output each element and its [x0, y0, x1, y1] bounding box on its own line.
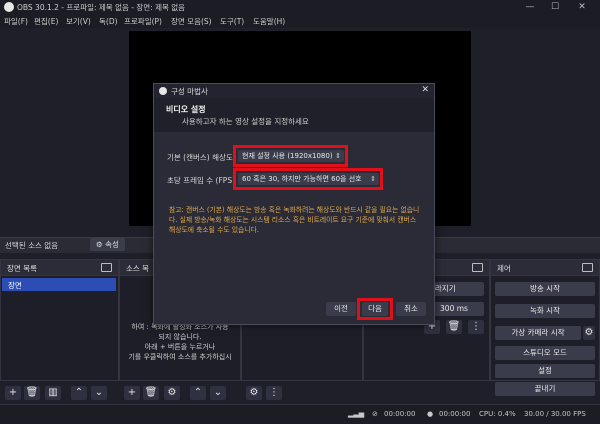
- next-button[interactable]: 다음: [362, 302, 388, 316]
- settings-button[interactable]: 설정: [495, 364, 595, 378]
- minimize-button[interactable]: —: [520, 0, 540, 14]
- undock-icon[interactable]: [101, 263, 112, 272]
- remove-source-icon[interactable]: 🗑: [143, 386, 159, 400]
- virtual-camera-settings-icon[interactable]: ⚙: [583, 326, 595, 340]
- menu-file[interactable]: 파일(F): [4, 16, 28, 27]
- exit-button[interactable]: 끝내기: [495, 382, 595, 396]
- dialog-close-icon[interactable]: ✕: [421, 85, 429, 95]
- mixer-settings-icon[interactable]: ⚙: [246, 386, 262, 400]
- move-up-icon[interactable]: ⌃: [71, 386, 87, 400]
- properties-button[interactable]: ⚙ 속성: [90, 238, 125, 251]
- stream-status-icon: ⊘: [372, 410, 378, 418]
- hint-line-3: 아래 + 버튼을 누르거나: [144, 343, 216, 351]
- filter-icon[interactable]: ▥: [45, 386, 61, 400]
- duration-value: 300 ms: [440, 304, 468, 313]
- fps-readout: 30.00 / 30.00 FPS: [524, 410, 586, 418]
- scene-list-item[interactable]: 장면: [2, 278, 116, 291]
- scenes-dock-header: 장면 목록: [1, 260, 118, 276]
- add-source-icon[interactable]: +: [124, 386, 140, 400]
- start-streaming-button[interactable]: 방송 시작: [495, 282, 595, 296]
- record-time: 00:00:00: [439, 410, 471, 418]
- cpu-usage: CPU: 0.4%: [479, 410, 516, 418]
- cancel-button[interactable]: 취소: [396, 302, 426, 316]
- base-resolution-label: 기본 (캔버스) 해상도: [167, 153, 233, 162]
- scenes-dock-title: 장면 목록: [7, 264, 37, 273]
- controls-dock: 제어 방송 시작 녹화 시작 가상 카메라 시작 ⚙ 스튜디오 모드 설정 끝내…: [490, 259, 600, 396]
- dialog-header-title: 비디오 설정: [166, 105, 206, 114]
- transition-menu-icon[interactable]: ⋮: [468, 320, 484, 334]
- fps-label: 초당 프레임 수 (FPS): [167, 176, 236, 185]
- dialog-header-subtitle: 사용하고자 하는 영상 설정을 지정하세요: [182, 117, 309, 126]
- menu-tools[interactable]: 도구(T): [220, 16, 244, 27]
- remove-scene-icon[interactable]: 🗑: [24, 386, 40, 400]
- hint-line-4: 기를 우클릭하여 소스를 추가하십시: [128, 353, 232, 361]
- record-status-icon: ●: [427, 410, 434, 418]
- sources-dock-title: 소스 목: [126, 264, 150, 273]
- back-button[interactable]: 이전: [326, 302, 356, 316]
- fps-select[interactable]: 60 혹은 30, 하지만 가능하면 60을 선호 ⇕: [238, 173, 379, 185]
- chevron-updown-icon: ⇕: [335, 152, 341, 160]
- auto-config-wizard-dialog: 구성 마법사 ✕ 비디오 설정 사용하고자 하는 영상 설정을 지정하세요 기본…: [153, 83, 435, 325]
- window-title: OBS 30.1.2 - 프로파일: 제목 없음 - 장면: 제목 없음: [17, 3, 186, 12]
- obs-logo-icon: [4, 2, 14, 12]
- controls-dock-title: 제어: [497, 264, 511, 273]
- dialog-header: 비디오 설정 사용하고자 하는 영상 설정을 지정하세요: [154, 98, 434, 132]
- studio-mode-button[interactable]: 스튜디오 모드: [495, 346, 595, 360]
- fps-value: 60 혹은 30, 하지만 가능하면 60을 선호: [242, 175, 362, 183]
- hint-line-2: 되지 않습니다.: [158, 333, 202, 341]
- menu-edit[interactable]: 편집(E): [34, 16, 58, 27]
- no-source-selected-label: 선택된 소스 없음: [5, 241, 59, 250]
- source-properties-icon[interactable]: ⚙: [164, 386, 180, 400]
- resolution-note: 참고: 캔버스 (기본) 해상도는 방송 혹은 녹화하려는 해상도와 반드시 같…: [169, 206, 420, 234]
- maximize-button[interactable]: ☐: [545, 0, 565, 14]
- window-titlebar: OBS 30.1.2 - 프로파일: 제목 없음 - 장면: 제목 없음 — ☐…: [0, 0, 600, 14]
- menu-help[interactable]: 도움말(H): [253, 16, 285, 27]
- start-virtual-camera-button[interactable]: 가상 카메라 시작: [495, 326, 581, 340]
- sources-empty-hint: 하여 : 녹화에 활성화 소스가 사용 되지 않습니다. 아래 + 버튼을 누르…: [120, 322, 240, 362]
- mixer-menu-icon[interactable]: ⋮: [266, 386, 282, 400]
- base-resolution-select[interactable]: 현재 설정 사용 (1920x1080) ⇕: [238, 150, 344, 162]
- move-down-icon[interactable]: ⌄: [91, 386, 107, 400]
- status-bar: ▂▃▅ ⊘ 00:00:00 ● 00:00:00 CPU: 0.4% 30.0…: [0, 404, 600, 424]
- gear-icon: ⚙: [96, 240, 106, 249]
- scenes-dock: 장면 목록 장면 + 🗑 ▥ ⌃ ⌄: [0, 259, 119, 400]
- menu-bar: 파일(F) 편집(E) 보기(V) 독(D) 프로파일(P) 장면 모음(S) …: [0, 14, 600, 28]
- start-recording-button[interactable]: 녹화 시작: [495, 304, 595, 318]
- obs-logo-icon: [159, 87, 167, 95]
- add-scene-icon[interactable]: +: [5, 386, 21, 400]
- chevron-updown-icon: ⇕: [370, 175, 376, 183]
- scene-item-label: 장면: [8, 281, 22, 290]
- menu-scene-collection[interactable]: 장면 모음(S): [171, 16, 212, 27]
- move-down-icon[interactable]: ⌄: [210, 386, 226, 400]
- undock-icon[interactable]: [472, 263, 483, 272]
- properties-label: 속성: [105, 240, 119, 249]
- base-resolution-value: 현재 설정 사용 (1920x1080): [242, 152, 333, 160]
- signal-icon: ▂▃▅: [348, 410, 365, 418]
- remove-transition-icon[interactable]: 🗑: [446, 320, 462, 334]
- menu-profile[interactable]: 프로파일(P): [124, 16, 162, 27]
- move-up-icon[interactable]: ⌃: [190, 386, 206, 400]
- undock-icon[interactable]: [582, 263, 593, 272]
- dialog-titlebar: 구성 마법사 ✕: [154, 84, 434, 98]
- dialog-title: 구성 마법사: [171, 87, 208, 96]
- close-button[interactable]: ✕: [572, 0, 592, 14]
- menu-docks[interactable]: 독(D): [99, 16, 118, 27]
- menu-view[interactable]: 보기(V): [66, 16, 91, 27]
- controls-dock-header: 제어: [491, 260, 599, 276]
- stream-time: 00:00:00: [384, 410, 416, 418]
